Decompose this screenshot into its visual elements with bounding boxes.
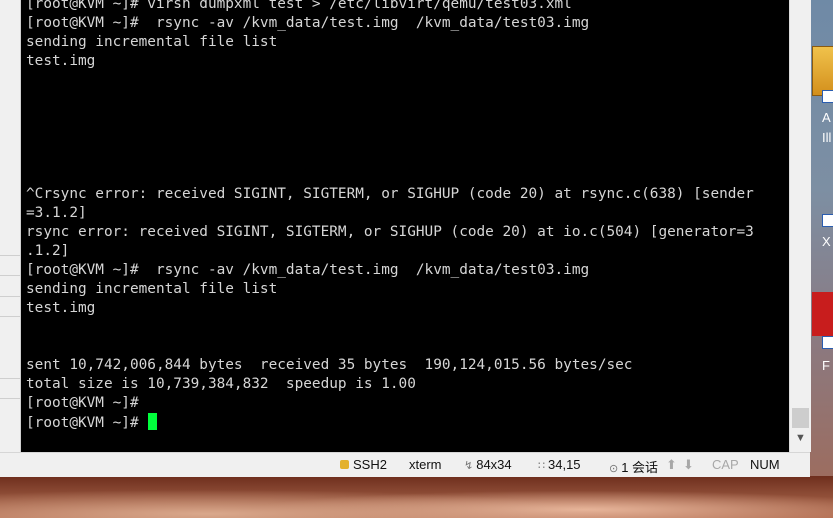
desktop-icon-label[interactable]: X <box>822 234 831 249</box>
terminal-line: .1.2] <box>26 243 70 259</box>
terminal-line: rsync error: received SIGINT, SIGTERM, o… <box>26 224 754 240</box>
terminal-line: [root@KVM ~]# virsh dumpxml test > /etc/… <box>26 0 572 12</box>
resize-icon: ↯ <box>464 460 474 472</box>
terminal-line: test.img <box>26 300 96 316</box>
status-num-lock: NUM <box>750 457 780 472</box>
terminal-line: [root@KVM ~]# rsync -av /kvm_data/test.i… <box>26 262 590 278</box>
down-arrow-icon[interactable]: ⬇ <box>683 457 694 473</box>
shortcut-arrow-icon <box>822 336 833 349</box>
scrollbar-thumb[interactable] <box>792 408 809 428</box>
terminal-line: [root@KVM ~]# <box>26 395 139 411</box>
terminal-line: [root@KVM ~]# rsync -av /kvm_data/test.i… <box>26 15 590 31</box>
status-protocol: SSH2 <box>340 457 387 472</box>
scroll-down-icon[interactable]: ▼ <box>795 432 806 444</box>
terminal-line: =3.1.2] <box>26 205 87 221</box>
status-terminal-type: xterm <box>409 457 442 472</box>
desktop-icon-label[interactable]: Ill <box>822 130 831 145</box>
shortcut-arrow-icon <box>822 214 833 227</box>
terminal-line: sending incremental file list <box>26 281 278 297</box>
window-left-panel <box>0 0 21 452</box>
desktop-icon-label[interactable]: F <box>822 358 830 373</box>
terminal-line: ^Crsync error: received SIGINT, SIGTERM,… <box>26 186 754 202</box>
desktop-icon-label[interactable]: A <box>822 110 831 125</box>
terminal-line: total size is 10,739,384,832 speedup is … <box>26 376 416 392</box>
desktop-app-icon[interactable] <box>812 46 833 96</box>
desktop-app-icon[interactable] <box>812 292 833 336</box>
terminal-cursor <box>148 413 158 430</box>
status-cursor-position: ∷ 34,15 <box>538 457 581 472</box>
lock-icon <box>340 460 349 469</box>
desktop-wallpaper <box>0 476 833 518</box>
status-caps-lock: CAP <box>712 457 739 472</box>
terminal-line: sent 10,742,006,844 bytes received 35 by… <box>26 357 633 373</box>
terminal-line: sending incremental file list <box>26 34 278 50</box>
vertical-scrollbar[interactable]: ▼ <box>789 0 811 452</box>
terminal-prompt-line[interactable]: [root@KVM ~]# <box>26 413 158 433</box>
shortcut-arrow-icon <box>822 90 833 103</box>
status-size: ↯ 84x34 <box>464 457 512 472</box>
status-sessions: ⊙ 1 会话 <box>609 460 659 475</box>
terminal-line: test.img <box>26 53 96 69</box>
terminal-output[interactable]: [root@KVM ~]# virsh dumpxml test > /etc/… <box>21 0 789 452</box>
terminal-prompt: [root@KVM ~]# <box>26 415 148 431</box>
session-icon: ⊙ <box>609 463 619 475</box>
cursor-position-icon: ∷ <box>538 460 545 472</box>
up-arrow-icon[interactable]: ⬆ <box>666 457 677 473</box>
status-bar: SSH2 xterm ↯ 84x34 ∷ 34,15 ⊙ 1 会话 ⬆ ⬇ CAP N… <box>0 452 810 477</box>
